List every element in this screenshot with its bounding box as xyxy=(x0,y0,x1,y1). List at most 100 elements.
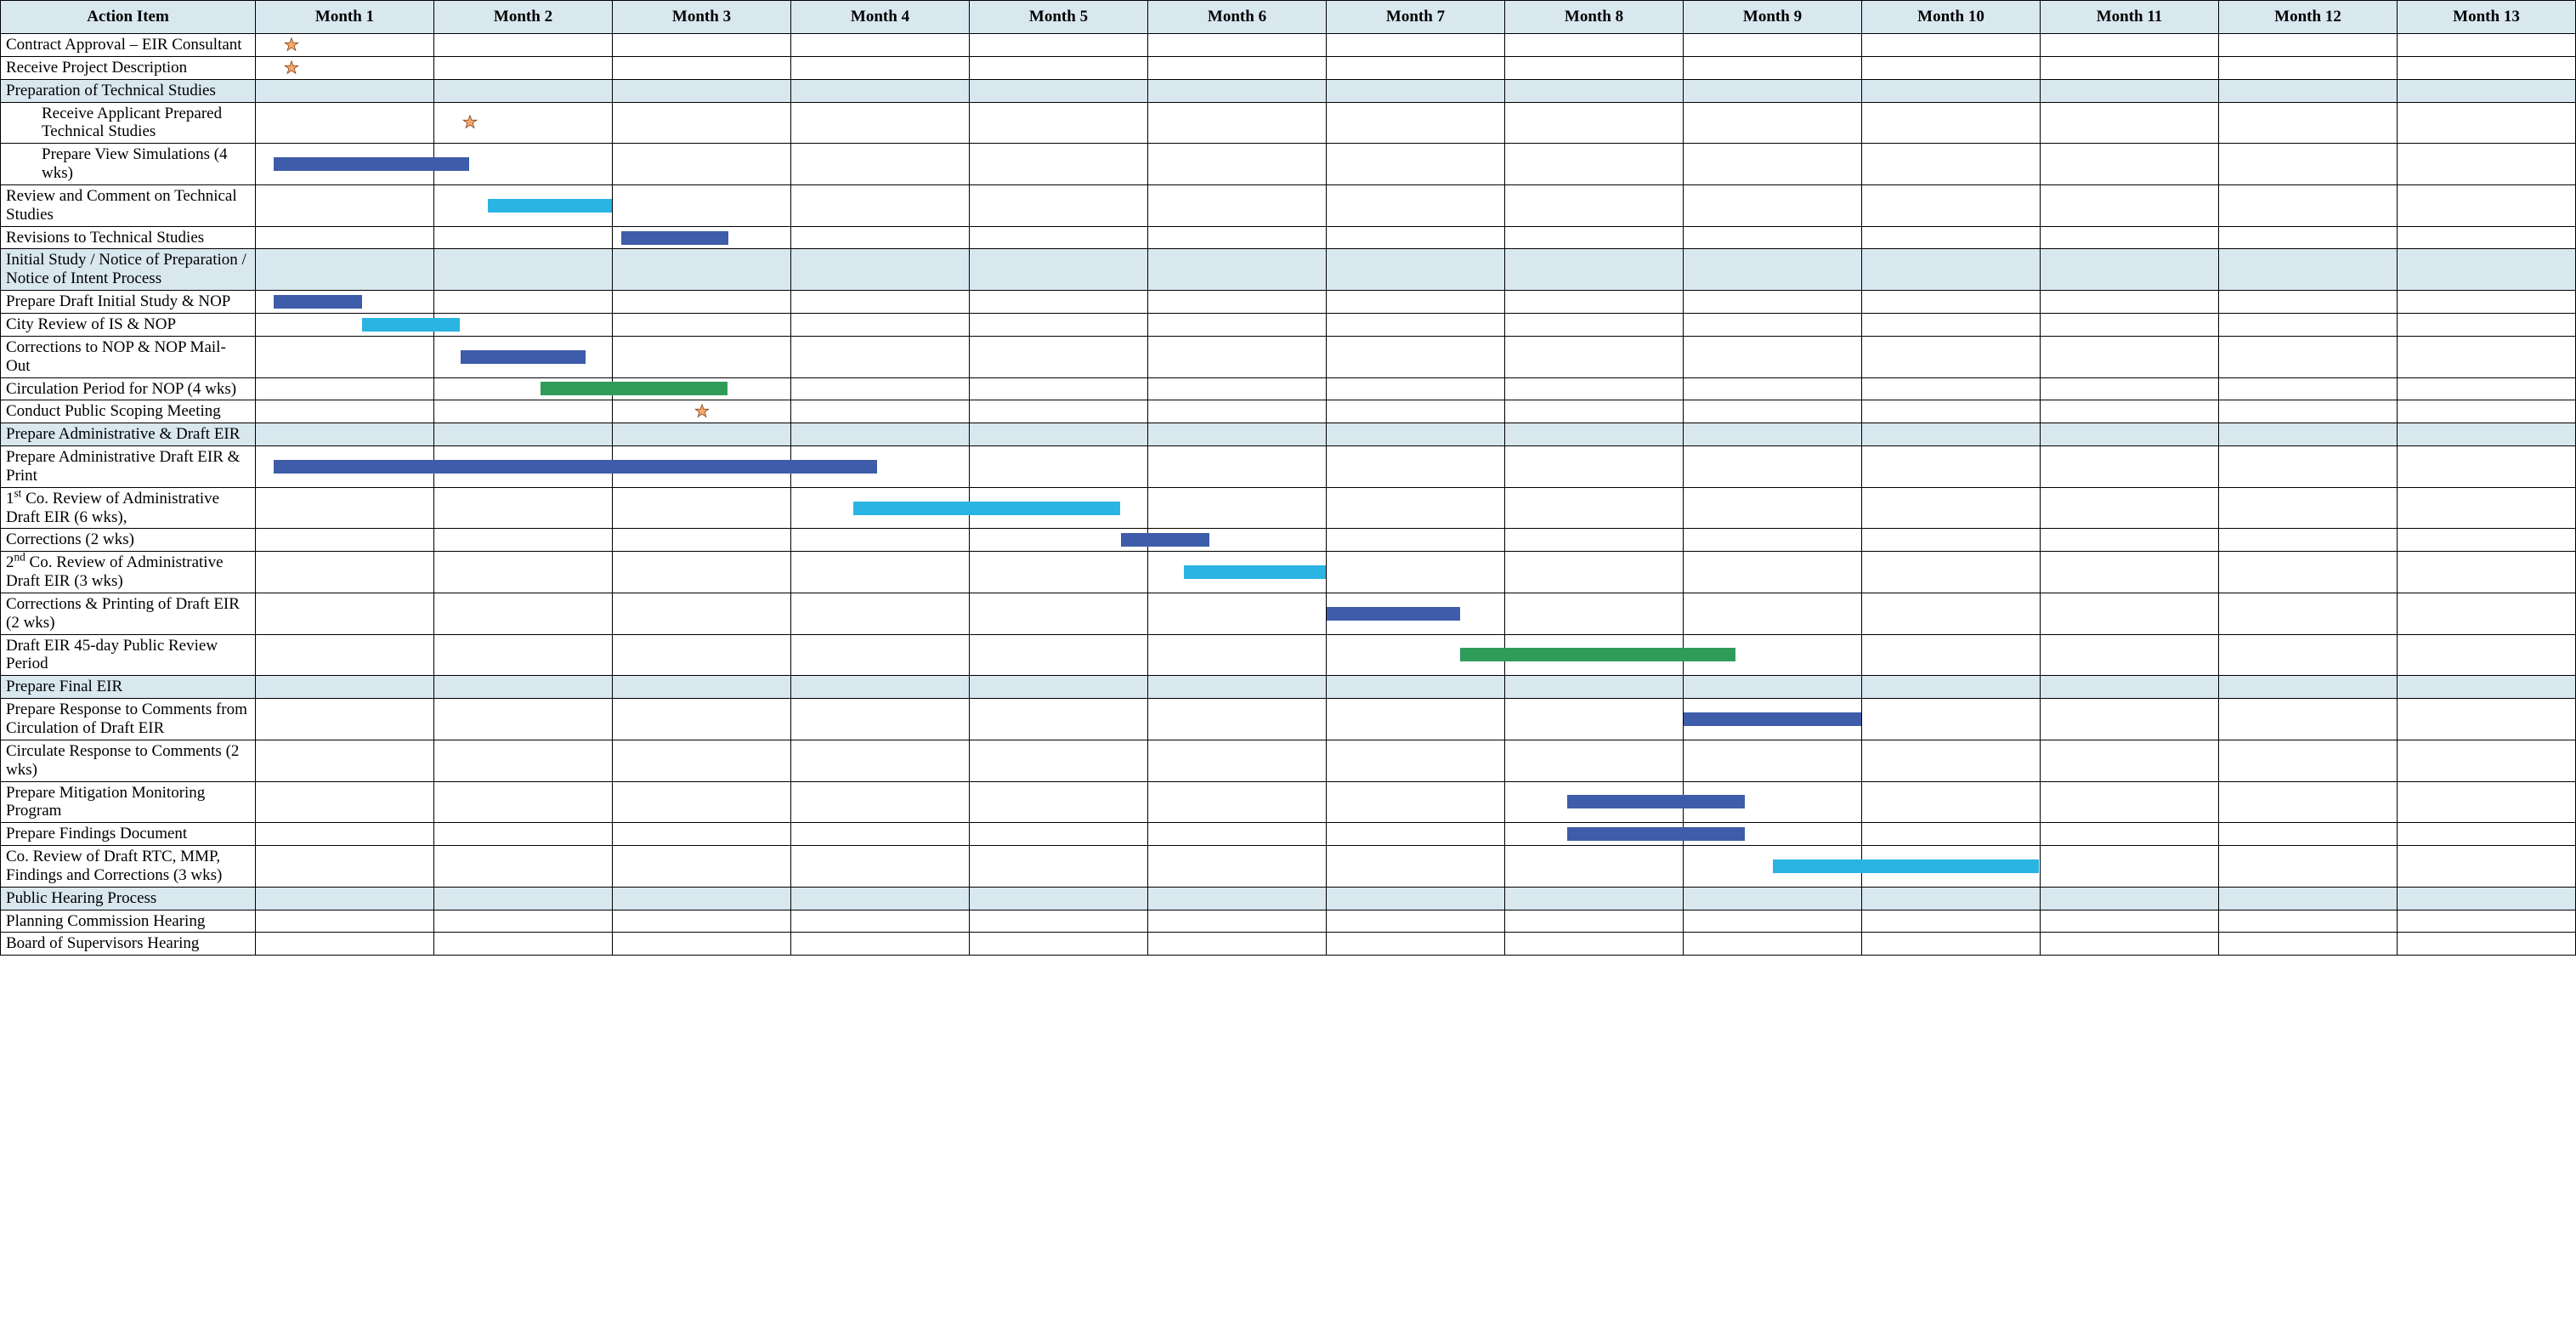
header-month-7: Month 7 xyxy=(1327,1,1505,34)
month-cell xyxy=(970,34,1148,57)
month-cell xyxy=(1684,336,1862,377)
month-cell xyxy=(1505,102,1684,144)
month-cell xyxy=(1684,79,1862,102)
month-cell xyxy=(1505,740,1684,781)
month-cell xyxy=(613,823,791,846)
month-cell xyxy=(256,102,434,144)
month-cell xyxy=(1505,249,1684,291)
month-cell xyxy=(1505,910,1684,933)
month-cell xyxy=(970,529,1148,552)
month-cell xyxy=(2041,249,2219,291)
month-cell xyxy=(2398,823,2576,846)
month-cell xyxy=(1862,634,2041,676)
month-cell xyxy=(1148,423,1327,446)
month-cell xyxy=(1505,699,1684,740)
month-cell xyxy=(1327,552,1505,593)
month-cell xyxy=(1684,102,1862,144)
month-cell xyxy=(970,552,1148,593)
month-cell xyxy=(1327,423,1505,446)
month-cell xyxy=(1862,846,2041,888)
month-cell xyxy=(2041,79,2219,102)
month-cell xyxy=(1684,593,1862,634)
month-cell xyxy=(1148,823,1327,846)
month-cell xyxy=(2041,887,2219,910)
month-cell xyxy=(1148,487,1327,529)
star-icon xyxy=(284,60,299,76)
month-cell xyxy=(256,781,434,823)
month-cell xyxy=(1327,102,1505,144)
month-cell xyxy=(434,313,613,336)
table-row: Prepare Draft Initial Study & NOP xyxy=(1,291,2576,314)
month-cell xyxy=(2041,226,2219,249)
month-cell xyxy=(2398,846,2576,888)
month-cell xyxy=(1862,823,2041,846)
month-cell xyxy=(2041,34,2219,57)
month-cell xyxy=(2398,377,2576,400)
month-cell xyxy=(1862,933,2041,956)
month-cell xyxy=(434,910,613,933)
table-row: Draft EIR 45-day Public Review Period xyxy=(1,634,2576,676)
month-cell xyxy=(613,79,791,102)
month-cell xyxy=(256,846,434,888)
month-cell xyxy=(970,102,1148,144)
table-row: Corrections to NOP & NOP Mail-Out xyxy=(1,336,2576,377)
month-cell xyxy=(970,226,1148,249)
month-cell xyxy=(1684,634,1862,676)
month-cell xyxy=(1148,634,1327,676)
table-row: Planning Commission Hearing xyxy=(1,910,2576,933)
month-cell xyxy=(2041,377,2219,400)
month-cell xyxy=(2398,593,2576,634)
month-cell xyxy=(1327,336,1505,377)
month-cell xyxy=(1862,336,2041,377)
month-cell xyxy=(2041,423,2219,446)
month-cell xyxy=(613,423,791,446)
month-cell xyxy=(434,423,613,446)
action-item-label: Co. Review of Draft RTC, MMP, Findings a… xyxy=(1,846,256,888)
month-cell xyxy=(2219,291,2398,314)
month-cell xyxy=(791,933,970,956)
month-cell xyxy=(256,933,434,956)
month-cell xyxy=(791,226,970,249)
month-cell xyxy=(791,34,970,57)
month-cell xyxy=(613,377,791,400)
month-cell xyxy=(2041,823,2219,846)
month-cell xyxy=(970,933,1148,956)
month-cell xyxy=(256,56,434,79)
month-cell xyxy=(2398,184,2576,226)
month-cell xyxy=(791,676,970,699)
month-cell xyxy=(256,144,434,185)
header-month-10: Month 10 xyxy=(1862,1,2041,34)
month-cell xyxy=(2398,336,2576,377)
month-cell xyxy=(434,823,613,846)
month-cell xyxy=(2041,144,2219,185)
action-item-label: Contract Approval – EIR Consultant xyxy=(1,34,256,57)
month-cell xyxy=(434,593,613,634)
month-cell xyxy=(2219,487,2398,529)
month-cell xyxy=(1505,487,1684,529)
month-cell xyxy=(2398,529,2576,552)
month-cell xyxy=(2398,676,2576,699)
month-cell xyxy=(1862,529,2041,552)
month-cell xyxy=(1148,593,1327,634)
month-cell xyxy=(2398,79,2576,102)
month-cell xyxy=(2398,552,2576,593)
table-row: Co. Review of Draft RTC, MMP, Findings a… xyxy=(1,846,2576,888)
month-cell xyxy=(970,291,1148,314)
month-cell xyxy=(2219,102,2398,144)
month-cell xyxy=(1684,487,1862,529)
action-item-label: Draft EIR 45-day Public Review Period xyxy=(1,634,256,676)
month-cell xyxy=(2398,144,2576,185)
month-cell xyxy=(434,781,613,823)
month-cell xyxy=(1148,400,1327,423)
gantt-bar xyxy=(1184,565,1326,579)
month-cell xyxy=(1327,249,1505,291)
month-cell xyxy=(1327,487,1505,529)
month-cell xyxy=(1148,56,1327,79)
gantt-chart: Action Item Month 1 Month 2 Month 3 Mont… xyxy=(0,0,2576,956)
month-cell xyxy=(1505,423,1684,446)
month-cell xyxy=(613,740,791,781)
table-row: 1st Co. Review of Administrative Draft E… xyxy=(1,487,2576,529)
month-cell xyxy=(1327,226,1505,249)
month-cell xyxy=(1505,336,1684,377)
month-cell xyxy=(791,56,970,79)
